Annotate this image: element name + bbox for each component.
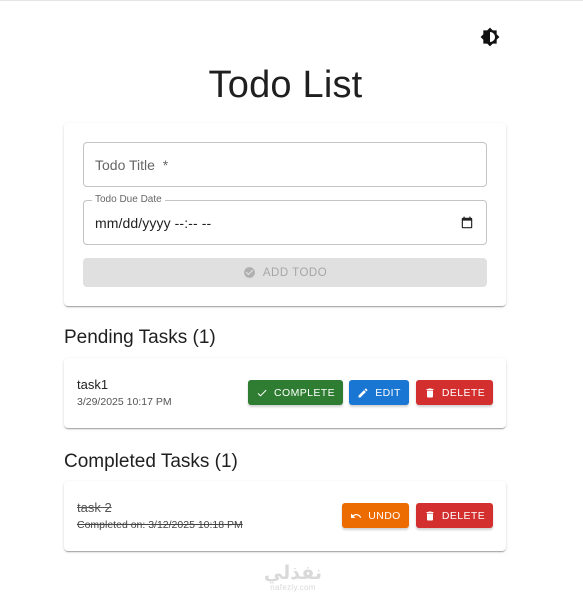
check-icon bbox=[257, 389, 267, 396]
delete-button[interactable]: DELETE bbox=[416, 503, 493, 528]
watermark-url: nafezly.com bbox=[270, 583, 316, 592]
complete-label: COMPLETE bbox=[274, 386, 335, 399]
todo-due-date-field[interactable]: Todo Due Date mm/dd/yyyy --:-- -- bbox=[83, 194, 487, 245]
task-due-date: 3/29/2025 10:17 PM bbox=[77, 396, 172, 408]
task-title: task1 bbox=[77, 377, 109, 392]
pending-tasks-heading: Pending Tasks (1) bbox=[64, 327, 216, 348]
trash-icon bbox=[426, 511, 434, 520]
todo-title-field[interactable] bbox=[83, 142, 487, 187]
theme-toggle-button[interactable] bbox=[476, 23, 504, 51]
check-circle-icon bbox=[243, 267, 255, 278]
top-border bbox=[0, 0, 583, 1]
brightness-icon bbox=[480, 27, 500, 47]
watermark: نفذلي nafezly.com bbox=[257, 563, 329, 592]
add-todo-form: Todo Due Date mm/dd/yyyy --:-- -- ADD TO… bbox=[64, 123, 506, 306]
edit-button[interactable]: EDIT bbox=[349, 380, 409, 405]
complete-button[interactable]: COMPLETE bbox=[248, 380, 343, 405]
task-title: task 2 bbox=[77, 500, 112, 515]
delete-label: DELETE bbox=[441, 509, 486, 522]
trash-icon bbox=[426, 388, 434, 397]
completed-task-card: task 2 Completed on: 3/12/2025 10:18 PM … bbox=[64, 481, 506, 551]
todo-title-input[interactable] bbox=[95, 143, 435, 186]
page-title: Todo List bbox=[208, 64, 363, 106]
add-todo-label: ADD TODO bbox=[262, 266, 328, 279]
pending-task-card: task1 3/29/2025 10:17 PM COMPLETE EDIT D… bbox=[64, 358, 506, 428]
undo-button[interactable]: UNDO bbox=[342, 503, 409, 528]
pencil-icon bbox=[358, 387, 368, 397]
edit-label: EDIT bbox=[375, 386, 401, 399]
delete-label: DELETE bbox=[441, 386, 486, 399]
due-date-value[interactable]: mm/dd/yyyy --:-- -- bbox=[95, 215, 211, 231]
add-todo-button[interactable]: ADD TODO bbox=[83, 258, 487, 287]
task-completed-on: Completed on: 3/12/2025 10:18 PM bbox=[77, 519, 243, 531]
watermark-logo: نفذلي bbox=[263, 562, 323, 584]
delete-button[interactable]: DELETE bbox=[416, 380, 493, 405]
undo-icon bbox=[351, 513, 362, 518]
calendar-icon[interactable] bbox=[460, 216, 474, 230]
undo-label: UNDO bbox=[368, 509, 401, 522]
due-date-label: Todo Due Date bbox=[92, 194, 165, 206]
completed-tasks-heading: Completed Tasks (1) bbox=[64, 451, 238, 472]
